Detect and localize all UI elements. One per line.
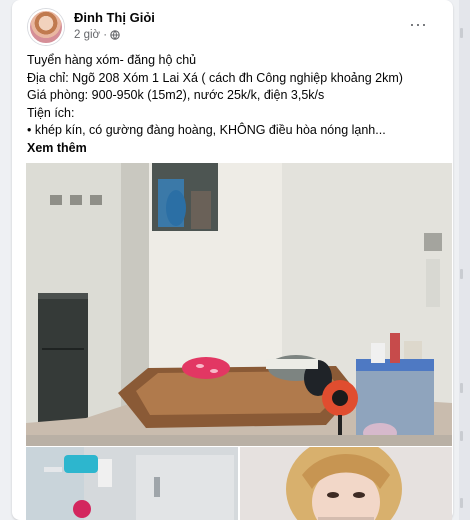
more-options-button[interactable]: ··· (404, 12, 432, 36)
bathroom-photo-graphic (26, 447, 238, 520)
edge-mark (460, 431, 463, 441)
post-bullet-text: • khép kín, có gường đàng hoàng, KHÔNG đ… (27, 123, 386, 137)
post-photo-portrait[interactable] (240, 447, 452, 520)
see-more-link[interactable]: Xem thêm (27, 140, 87, 158)
post-line-title: Tuyển hàng xóm- đăng hộ chủ (27, 53, 197, 67)
post-meta: 2 giờ · (74, 29, 120, 41)
author-name[interactable]: Đinh Thị Giỏi (74, 10, 155, 25)
post-photo-bathroom[interactable] (26, 447, 238, 520)
edge-mark (460, 498, 463, 508)
post-text: Tuyển hàng xóm- đăng hộ chủ Địa chỉ: Ngõ… (27, 52, 441, 157)
right-scroll-edge[interactable] (459, 0, 470, 520)
post-photo-room[interactable] (26, 163, 452, 446)
post-line-address: Địa chỉ: Ngõ 208 Xóm 1 Lai Xá ( cách đh … (27, 70, 403, 85)
edge-mark (460, 269, 463, 279)
edge-mark (460, 383, 463, 393)
post-time[interactable]: 2 giờ · (74, 29, 107, 41)
room-photo-graphic (26, 163, 452, 446)
edge-mark (460, 28, 463, 38)
profile-avatar[interactable] (28, 9, 64, 45)
post-line-price: Giá phòng: 900-950k (15m2), nước 25k/k, … (27, 88, 325, 102)
bullet-row: • khép kín, có gường đàng hoàng, KHÔNG đ… (27, 122, 441, 157)
portrait-photo-graphic (240, 447, 452, 520)
post-header: Đinh Thị Giỏi 2 giờ · ··· (28, 8, 442, 48)
globe-icon (110, 30, 120, 40)
post-line-amenities: Tiện ích: (27, 105, 75, 120)
